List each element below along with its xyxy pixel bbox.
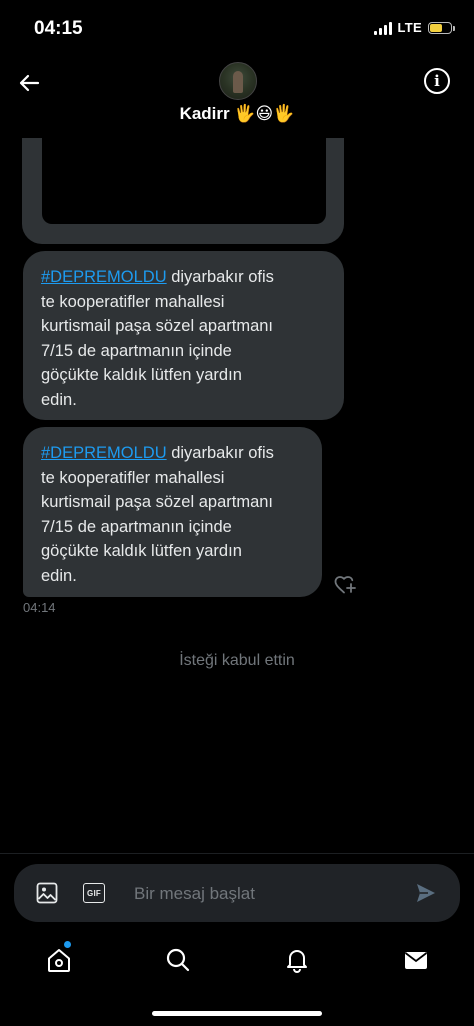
gif-button[interactable]: GIF bbox=[81, 880, 107, 906]
tab-bar bbox=[0, 933, 474, 993]
home-indicator[interactable] bbox=[152, 1011, 322, 1016]
gif-icon: GIF bbox=[83, 883, 105, 903]
network-label: LTE bbox=[397, 20, 422, 35]
message-timestamp: 04:14 bbox=[23, 600, 56, 615]
send-icon bbox=[417, 884, 435, 902]
message-input[interactable] bbox=[132, 878, 406, 910]
message-text: kurtismail paşa sözel apartmanı bbox=[41, 317, 274, 335]
info-button[interactable]: i bbox=[424, 68, 450, 94]
message-text: kurtismail paşa sözel apartmanı bbox=[41, 493, 274, 511]
status-bar: 04:15 LTE bbox=[0, 0, 474, 56]
message-bubble[interactable]: #DEPREMOLDU diyarbakır ofis te kooperati… bbox=[23, 427, 322, 597]
search-icon bbox=[166, 948, 190, 972]
hashtag-link[interactable]: #DEPREMOLDU bbox=[41, 268, 167, 286]
message-composer: GIF bbox=[14, 864, 460, 922]
system-message: İsteği kabul ettin bbox=[179, 652, 295, 669]
message-bubble[interactable]: #DEPREMOLDU diyarbakır ofis te kooperati… bbox=[23, 251, 344, 420]
contact-name[interactable]: Kadirr 🖐😃🖐 bbox=[0, 104, 474, 124]
battery-icon bbox=[428, 21, 455, 34]
media-message[interactable] bbox=[22, 138, 344, 244]
tab-home[interactable] bbox=[44, 945, 74, 975]
status-time: 04:15 bbox=[34, 18, 83, 39]
home-icon bbox=[48, 949, 70, 972]
notification-dot bbox=[64, 941, 71, 948]
message-text: te kooperatifler mahallesi bbox=[41, 468, 225, 487]
composer-area: GIF bbox=[0, 853, 474, 934]
signal-icon bbox=[373, 21, 392, 35]
info-icon: i bbox=[434, 72, 440, 90]
message-text: göçükte kaldık lütfen yardın bbox=[41, 366, 242, 384]
battery-level bbox=[430, 23, 442, 32]
status-indicators: LTE bbox=[373, 20, 455, 35]
image-icon bbox=[36, 882, 58, 904]
mail-icon bbox=[404, 952, 428, 969]
gif-label: GIF bbox=[87, 888, 101, 898]
message-text: edin. bbox=[41, 566, 77, 585]
tab-messages[interactable] bbox=[401, 945, 431, 975]
tab-search[interactable] bbox=[163, 945, 193, 975]
send-button[interactable] bbox=[414, 881, 438, 905]
message-text: edin. bbox=[41, 390, 77, 409]
message-text: 7/15 de apartmanın içinde bbox=[41, 341, 232, 360]
heart-plus-icon bbox=[334, 576, 356, 594]
message-text: 7/15 de apartmanın içinde bbox=[41, 517, 232, 536]
tab-notifications[interactable] bbox=[282, 945, 312, 975]
hashtag-link[interactable]: #DEPREMOLDU bbox=[41, 444, 167, 462]
image-button[interactable] bbox=[34, 880, 60, 906]
message-text: göçükte kaldık lütfen yardın bbox=[41, 542, 242, 560]
avatar[interactable] bbox=[219, 62, 257, 100]
like-reaction-button[interactable] bbox=[332, 572, 358, 596]
media-preview bbox=[42, 138, 326, 224]
arrow-left-icon bbox=[19, 74, 40, 92]
conversation-header: Kadirr 🖐😃🖐 i bbox=[0, 56, 474, 140]
message-text: diyarbakır ofis bbox=[166, 268, 274, 286]
message-text: te kooperatifler mahallesi bbox=[41, 292, 225, 311]
bell-icon bbox=[287, 950, 307, 973]
back-button[interactable] bbox=[14, 68, 44, 98]
message-text: diyarbakır ofis bbox=[166, 444, 274, 462]
